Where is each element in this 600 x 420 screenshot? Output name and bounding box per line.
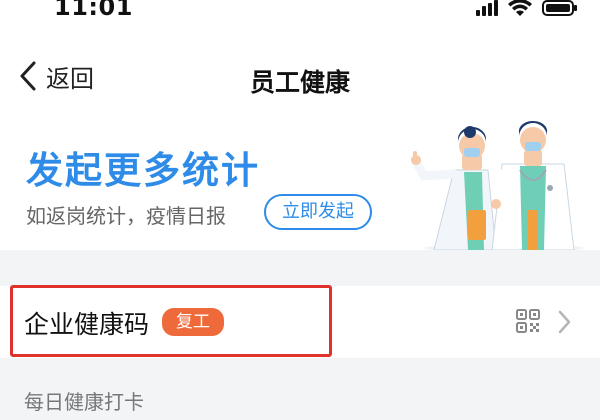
wifi-icon (508, 0, 532, 16)
status-icons (476, 0, 578, 16)
promo-banner: 发起更多统计 如返岗统计，疫情日报 立即发起 (0, 118, 600, 250)
status-bar: 11:01 (0, 0, 600, 24)
page-title: 员工健康 (249, 68, 350, 97)
signal-icon (476, 0, 498, 16)
status-time: 11:01 (54, 0, 133, 21)
start-now-button[interactable]: 立即发起 (264, 194, 372, 230)
banner-title: 发起更多统计 (26, 149, 260, 192)
section-divider (0, 250, 600, 286)
qr-code-icon[interactable] (516, 309, 540, 333)
daily-checkin-section: 每日健康打卡 (0, 358, 600, 420)
doctors-illustration (411, 120, 584, 250)
daily-checkin-label: 每日健康打卡 (24, 390, 144, 414)
chevron-right-icon[interactable] (556, 309, 572, 335)
health-code-label: 企业健康码 (24, 310, 150, 339)
health-code-row[interactable]: 企业健康码 复工 (0, 286, 600, 358)
banner-subtitle: 如返岗统计，疫情日报 (26, 204, 226, 228)
battery-icon (542, 0, 577, 16)
status-badge: 复工 (162, 308, 224, 336)
nav-bar: 返回 员工健康 (0, 52, 600, 102)
